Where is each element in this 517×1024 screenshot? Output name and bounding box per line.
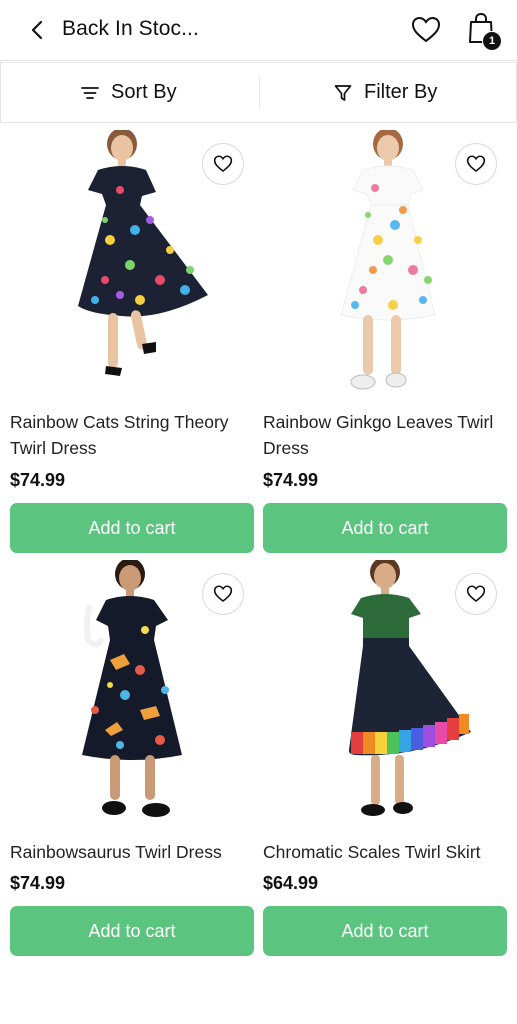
back-button[interactable] — [22, 15, 52, 45]
add-to-cart-button[interactable]: Add to cart — [263, 906, 507, 956]
product-card: Rainbow Cats String Theory Twirl Dress $… — [10, 128, 254, 555]
product-price: $74.99 — [10, 873, 66, 893]
sort-label: Sort By — [111, 81, 177, 103]
wishlist-button[interactable] — [410, 14, 442, 46]
product-name[interactable]: Rainbow Ginkgo Leaves Twirl Dress — [263, 409, 507, 461]
toolbar-divider — [259, 77, 260, 109]
sort-button[interactable]: Sort By — [81, 63, 177, 122]
wishlist-toggle-button[interactable] — [202, 143, 244, 185]
add-to-cart-button[interactable]: Add to cart — [10, 906, 254, 956]
product-price: $64.99 — [263, 873, 319, 893]
product-name[interactable]: Rainbowsaurus Twirl Dress — [10, 839, 254, 865]
wishlist-toggle-button[interactable] — [455, 573, 497, 615]
product-price: $74.99 — [263, 470, 319, 490]
cart-button[interactable]: 1 — [464, 12, 502, 51]
page-title: Back In Stoc... — [62, 17, 199, 40]
filter-label: Filter By — [364, 81, 438, 103]
heart-icon — [466, 585, 486, 603]
heart-icon — [213, 585, 233, 603]
product-card: Rainbow Ginkgo Leaves Twirl Dress $74.99… — [263, 128, 507, 555]
product-price: $74.99 — [10, 470, 66, 490]
wishlist-toggle-button[interactable] — [202, 573, 244, 615]
filter-button[interactable]: Filter By — [334, 63, 437, 122]
chevron-left-icon — [31, 20, 43, 40]
heart-icon — [411, 16, 441, 43]
heart-icon — [466, 155, 486, 173]
product-name[interactable]: Chromatic Scales Twirl Skirt — [263, 839, 507, 865]
wishlist-toggle-button[interactable] — [455, 143, 497, 185]
product-name[interactable]: Rainbow Cats String Theory Twirl Dress — [10, 409, 254, 461]
add-to-cart-button[interactable]: Add to cart — [263, 503, 507, 553]
heart-icon — [213, 155, 233, 173]
app-header: Back In Stoc... 1 — [0, 0, 517, 61]
add-to-cart-button[interactable]: Add to cart — [10, 503, 254, 553]
sort-icon — [81, 86, 99, 99]
cart-count-badge: 1 — [482, 31, 502, 51]
product-card: Chromatic Scales Twirl Skirt $64.99 Add … — [263, 557, 507, 960]
sort-filter-bar: Sort By Filter By — [0, 62, 517, 123]
product-card: Rainbowsaurus Twirl Dress $74.99 Add to … — [10, 558, 254, 960]
filter-icon — [334, 84, 352, 101]
